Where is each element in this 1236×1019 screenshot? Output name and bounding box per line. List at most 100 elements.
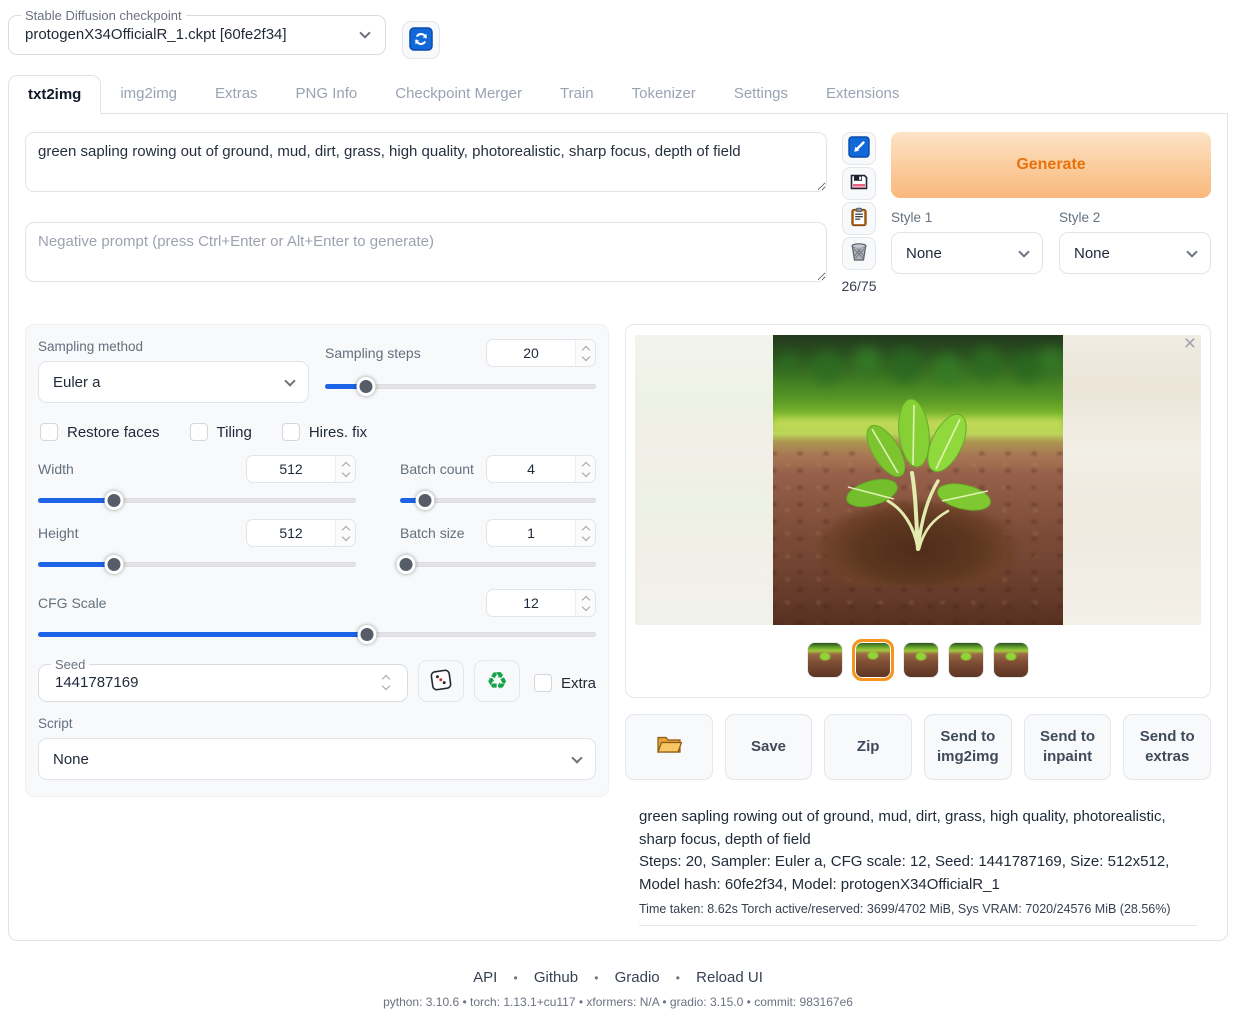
gallery-thumbnail[interactable] (993, 642, 1029, 678)
seed-input[interactable]: 1441787169 (49, 672, 397, 697)
hires-fix-checkbox[interactable]: Hires. fix (282, 423, 367, 441)
generate-column: Generate Style 1 None Style 2 None (891, 132, 1211, 294)
apply-style-button[interactable] (842, 202, 876, 235)
image-sapling (830, 381, 1006, 561)
prompt-input[interactable]: green sapling rowing out of ground, mud,… (25, 132, 827, 192)
tab-txt2img[interactable]: txt2img (8, 75, 101, 114)
stepper-buttons[interactable] (575, 590, 595, 616)
output-params-text: Steps: 20, Sampler: Euler a, CFG scale: … (639, 851, 1197, 896)
footer-link-github[interactable]: Github (534, 969, 578, 986)
width-slider[interactable] (38, 491, 356, 509)
apply-style-icon (849, 207, 869, 230)
refresh-icon (409, 27, 433, 54)
gallery-thumbnail[interactable] (948, 642, 984, 678)
stepper-buttons[interactable] (575, 456, 595, 482)
slider-thumb[interactable] (396, 555, 415, 574)
tiling-checkbox[interactable]: Tiling (190, 423, 252, 441)
tab-png-info[interactable]: PNG Info (277, 75, 377, 113)
extra-seed-checkbox[interactable]: Extra (534, 674, 596, 692)
close-icon[interactable]: × (1182, 331, 1198, 356)
zip-button[interactable]: Zip (824, 714, 912, 780)
refresh-checkpoints-button[interactable] (402, 21, 440, 59)
gallery-thumbnail-selected[interactable] (852, 639, 894, 681)
tab-checkpoint-merger[interactable]: Checkpoint Merger (376, 75, 541, 113)
save-style-button[interactable] (842, 167, 876, 200)
stepper-buttons[interactable] (335, 456, 355, 482)
gallery-panel: × (625, 324, 1211, 698)
batch-count-label: Batch count (400, 461, 474, 477)
stepper-buttons[interactable] (335, 520, 355, 546)
sampling-steps-input[interactable]: 20 (486, 339, 596, 367)
clear-prompt-icon (849, 242, 869, 265)
tab-tokenizer[interactable]: Tokenizer (613, 75, 715, 113)
height-input[interactable]: 512 (246, 519, 356, 547)
footer-link-reload-ui[interactable]: Reload UI (696, 969, 763, 986)
generation-info: green sapling rowing out of ground, mud,… (639, 806, 1197, 926)
checkbox-box[interactable] (190, 423, 208, 441)
batch-count-slider[interactable] (400, 491, 596, 509)
tab-extras[interactable]: Extras (196, 75, 277, 113)
gallery-thumbnail[interactable] (903, 642, 939, 678)
cfg-scale-slider[interactable] (38, 625, 596, 643)
sampling-method-dropdown[interactable]: Euler a (38, 361, 309, 403)
batch-count-input[interactable]: 4 (486, 455, 596, 483)
slider-thumb[interactable] (105, 555, 124, 574)
paste-params-button[interactable] (842, 132, 876, 165)
style1-dropdown[interactable]: None (891, 232, 1043, 274)
gallery-thumbnail[interactable] (807, 642, 843, 678)
tab-img2img[interactable]: img2img (101, 75, 196, 113)
slider-thumb[interactable] (416, 491, 435, 510)
footer: API • Github • Gradio • Reload UI python… (8, 969, 1228, 1009)
save-style-icon (849, 172, 869, 195)
save-button[interactable]: Save (725, 714, 813, 780)
style2-label: Style 2 (1059, 210, 1211, 225)
stepper-buttons[interactable] (377, 674, 395, 691)
negative-prompt-input[interactable] (25, 222, 827, 282)
sampling-steps-slider[interactable] (325, 377, 596, 395)
height-slider[interactable] (38, 555, 356, 573)
main-tabs: txt2img img2img Extras PNG Info Checkpoi… (8, 75, 1228, 114)
restore-faces-checkbox[interactable]: Restore faces (40, 423, 160, 441)
send-to-inpaint-button[interactable]: Send to inpaint (1024, 714, 1112, 780)
chevron-down-icon (1018, 246, 1029, 257)
open-folder-button[interactable] (625, 714, 713, 780)
clear-prompt-button[interactable] (842, 237, 876, 270)
style2-value: None (1074, 245, 1110, 262)
stepper-buttons[interactable] (575, 520, 595, 546)
random-seed-button[interactable] (418, 660, 464, 702)
send-to-img2img-button[interactable]: Send to img2img (924, 714, 1012, 780)
checkbox-box[interactable] (534, 674, 552, 692)
footer-link-gradio[interactable]: Gradio (615, 969, 660, 986)
send-to-extras-button[interactable]: Send to extras (1123, 714, 1211, 780)
script-dropdown[interactable]: None (38, 738, 596, 780)
cfg-scale-input[interactable]: 12 (486, 589, 596, 617)
app-root: Stable Diffusion checkpoint protogenX34O… (0, 0, 1236, 1009)
footer-link-api[interactable]: API (473, 969, 497, 986)
generated-image[interactable] (773, 335, 1063, 625)
footer-separator: • (676, 971, 680, 985)
output-prompt-text: green sapling rowing out of ground, mud,… (639, 806, 1197, 851)
slider-thumb[interactable] (105, 491, 124, 510)
folder-icon (656, 733, 682, 761)
slider-thumb[interactable] (356, 377, 375, 396)
slider-thumb[interactable] (358, 625, 377, 644)
style1-value: None (906, 245, 942, 262)
checkbox-box[interactable] (40, 423, 58, 441)
seed-label: Seed (51, 657, 89, 672)
tab-settings[interactable]: Settings (715, 75, 807, 113)
image-trees-blur (779, 353, 799, 373)
checkbox-box[interactable] (282, 423, 300, 441)
checkpoint-dropdown[interactable]: protogenX34OfficialR_1.ckpt [60fe2f34] (19, 23, 375, 50)
batch-size-slider[interactable] (400, 555, 596, 573)
sampling-method-label: Sampling method (38, 339, 309, 354)
style2-dropdown[interactable]: None (1059, 232, 1211, 274)
tab-extensions[interactable]: Extensions (807, 75, 918, 113)
seed-field: Seed 1441787169 (38, 657, 408, 702)
reuse-seed-button[interactable]: ♻ (474, 660, 520, 702)
width-input[interactable]: 512 (246, 455, 356, 483)
generate-button[interactable]: Generate (891, 132, 1211, 198)
stepper-buttons[interactable] (575, 340, 595, 366)
batch-size-input[interactable]: 1 (486, 519, 596, 547)
sampling-method-value: Euler a (53, 374, 101, 391)
tab-train[interactable]: Train (541, 75, 613, 113)
